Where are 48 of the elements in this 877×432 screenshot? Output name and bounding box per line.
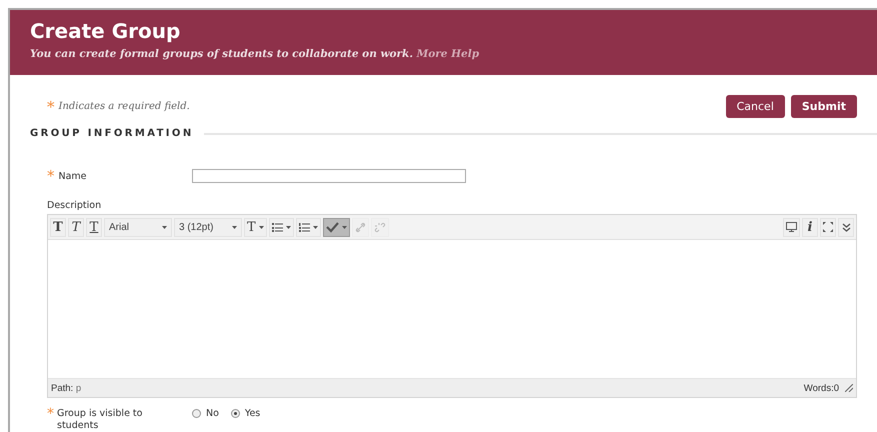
field-label: Description: [47, 200, 102, 211]
required-icon: *: [47, 98, 54, 116]
bullet-list-button[interactable]: [268, 218, 294, 236]
field-label: Name: [58, 170, 87, 182]
page-description: You can create formal groups of students to collaborate on work. More Help: [30, 48, 480, 60]
link-icon: [354, 222, 366, 232]
underline-button[interactable]: T: [86, 218, 102, 236]
caret-icon[interactable]: [232, 226, 237, 228]
radio-button[interactable]: [192, 409, 201, 418]
field-label: Group is visible to students: [57, 408, 144, 432]
broken-link-icon: [374, 222, 386, 232]
help-link[interactable]: More Help: [416, 48, 480, 60]
double-chevron-icon: [842, 222, 850, 232]
numbered-list-icon: [298, 222, 310, 232]
monitor-icon: [786, 222, 797, 232]
text-color-button[interactable]: T: [244, 218, 267, 236]
path-indicator: Path: p: [51, 382, 82, 394]
cancel-button[interactable]: Cancel: [726, 95, 785, 118]
caret-icon[interactable]: [258, 226, 264, 228]
page-title: Create Group: [30, 18, 182, 44]
required-icon: *: [47, 167, 54, 185]
italic-button[interactable]: T: [68, 218, 84, 236]
fullscreen-icon: [823, 222, 833, 232]
option-label: No: [206, 408, 219, 419]
bold-button[interactable]: T: [50, 218, 66, 236]
preview-button[interactable]: [783, 218, 800, 236]
caret-icon[interactable]: [286, 226, 291, 228]
required-icon: *: [47, 408, 54, 432]
name-field[interactable]: [192, 169, 466, 183]
caret-icon[interactable]: [162, 226, 167, 228]
fullscreen-button[interactable]: [820, 218, 836, 236]
bullet-list-icon: [272, 222, 283, 232]
section-heading: GROUP INFORMATION: [30, 128, 194, 139]
resize-handle-icon[interactable]: [845, 384, 853, 392]
caret-icon[interactable]: [342, 226, 347, 228]
dropdown[interactable]: Arial: [104, 218, 172, 236]
option-label: Yes: [244, 408, 260, 419]
word-count: Words:0: [804, 382, 839, 394]
submit-button[interactable]: Submit: [790, 95, 857, 118]
info-button[interactable]: i: [802, 218, 818, 236]
radio-button[interactable]: [230, 409, 240, 418]
collapse-button[interactable]: [838, 218, 854, 236]
numbered-list-button[interactable]: [296, 218, 321, 236]
spellcheck-button[interactable]: [322, 218, 350, 236]
check-icon: [326, 222, 339, 232]
caret-icon[interactable]: [312, 226, 318, 228]
dropdown[interactable]: 3 (12pt): [174, 218, 242, 236]
required-note: Indicates a required field.: [58, 101, 190, 112]
